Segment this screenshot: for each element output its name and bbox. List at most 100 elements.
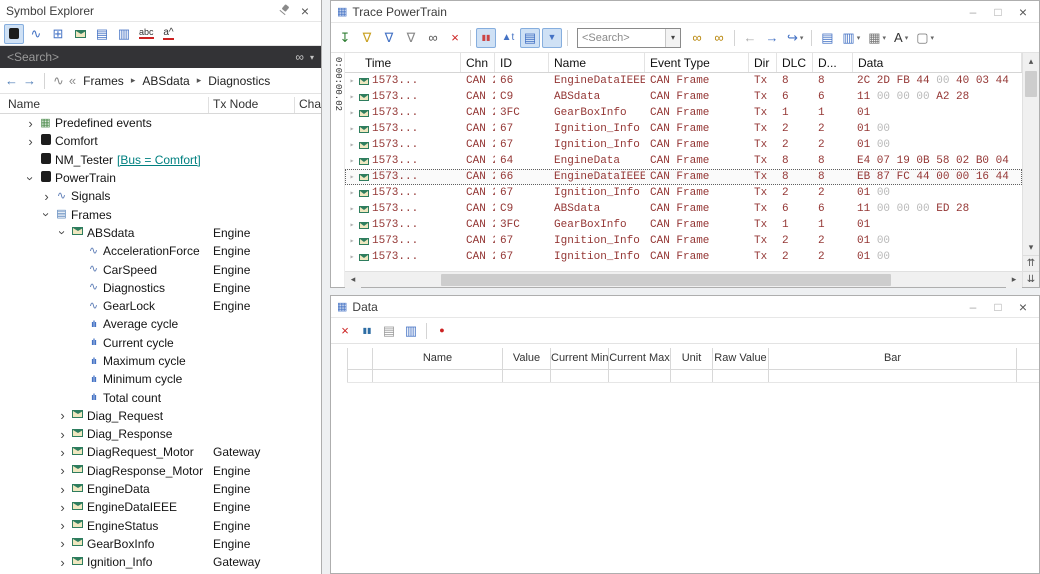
scroll-right-icon[interactable]: ▸ bbox=[1006, 272, 1022, 288]
horizontal-scrollbar[interactable]: ◂ ▸ bbox=[345, 271, 1022, 287]
trace-row[interactable]: ▸1573...CAN 267Ignition_InfoCAN FrameTx2… bbox=[345, 137, 1022, 153]
trace-row[interactable]: ▸1573...CAN 267Ignition_InfoCAN FrameTx2… bbox=[345, 121, 1022, 137]
chevron-down-icon[interactable]: › bbox=[56, 226, 69, 239]
scrollbar-thumb[interactable] bbox=[441, 274, 891, 286]
nav-back-button[interactable]: ← bbox=[740, 28, 760, 48]
chevron-right-icon[interactable]: › bbox=[56, 483, 69, 496]
tree-item-predefined-events[interactable]: ›▦Predefined events bbox=[0, 114, 321, 132]
paste-button[interactable]: ▥ bbox=[401, 321, 421, 341]
column-header-tx-node[interactable]: Tx Node bbox=[213, 97, 258, 111]
tree-item-signals[interactable]: ›∿Signals bbox=[0, 187, 321, 205]
breadcrumb-item-absdata[interactable]: ABSdata bbox=[140, 73, 191, 89]
close-icon[interactable]: × bbox=[295, 3, 315, 19]
chevron-right-icon[interactable]: › bbox=[24, 135, 37, 148]
column-header-dlc[interactable]: DLC bbox=[777, 53, 813, 72]
find-next-button[interactable]: ∞ bbox=[687, 28, 707, 48]
tree-item-nm-tester[interactable]: NM_Tester[Bus = Comfort] bbox=[0, 151, 321, 169]
tree-item-diagresponse-motor[interactable]: ›DiagResponse_MotorEngine bbox=[0, 462, 321, 480]
column-header-id[interactable]: ID bbox=[495, 53, 549, 72]
tree-item-gearlock[interactable]: ∿GearLockEngine bbox=[0, 297, 321, 315]
scroll-left-icon[interactable]: ◂ bbox=[345, 272, 361, 288]
breadcrumb-item-diagnostics[interactable]: Diagnostics bbox=[206, 73, 272, 89]
chevron-down-icon[interactable]: › bbox=[40, 208, 53, 221]
tree-item-enginestatus[interactable]: ›EngineStatusEngine bbox=[0, 517, 321, 535]
chevron-right-icon[interactable]: › bbox=[56, 519, 69, 532]
chevron-right-icon[interactable]: › bbox=[56, 428, 69, 441]
edit-signal-button[interactable]: ∿ bbox=[26, 24, 46, 44]
expander-icon[interactable]: ▸ bbox=[348, 236, 356, 246]
tree-item-diagnostics[interactable]: ∿DiagnosticsEngine bbox=[0, 279, 321, 297]
tree-item-frames[interactable]: ›▤Frames bbox=[0, 205, 321, 223]
trace-row[interactable]: ▸1573...CAN 267Ignition_InfoCAN FrameTx2… bbox=[345, 185, 1022, 201]
trace-search-combo[interactable]: <Search>▾ bbox=[577, 28, 681, 48]
pause-button[interactable]: ▮▮ bbox=[476, 28, 496, 48]
expander-icon[interactable]: ▸ bbox=[348, 252, 356, 262]
jump-down-icon[interactable]: ⇊ bbox=[1023, 271, 1039, 287]
chevron-right-icon[interactable]: › bbox=[56, 409, 69, 422]
abc-button[interactable]: abc bbox=[136, 24, 157, 44]
tree-item-maximum-cycle[interactable]: ılıMaximum cycle bbox=[0, 352, 321, 370]
column-header-current-max[interactable]: Current Max bbox=[609, 348, 671, 369]
copy-button[interactable]: ▤ bbox=[92, 24, 112, 44]
paste-button[interactable]: ▥ bbox=[114, 24, 134, 44]
nav-forward-icon[interactable]: → bbox=[23, 73, 36, 88]
find-icon[interactable]: ∞ bbox=[295, 50, 304, 64]
expander-icon[interactable]: ▸ bbox=[348, 172, 356, 182]
tree-item-accelerationforce[interactable]: ∿AccelerationForceEngine bbox=[0, 242, 321, 260]
autoscroll-button[interactable]: ▼ bbox=[542, 28, 562, 48]
symbol-file-button[interactable] bbox=[4, 24, 24, 44]
chevron-down-icon[interactable]: ▾ bbox=[310, 53, 314, 62]
tree-item-gearboxinfo[interactable]: ›GearBoxInfoEngine bbox=[0, 535, 321, 553]
column-separator[interactable] bbox=[294, 97, 295, 113]
chevron-right-icon[interactable]: › bbox=[24, 117, 37, 130]
tree-item-diagrequest-motor[interactable]: ›DiagRequest_MotorGateway bbox=[0, 443, 321, 461]
tree-item-total-count[interactable]: ılıTotal count bbox=[0, 388, 321, 406]
chevron-right-icon[interactable]: › bbox=[56, 446, 69, 459]
font-button[interactable]: A▾ bbox=[891, 28, 911, 48]
view-button[interactable]: ▢▾ bbox=[913, 28, 937, 48]
column-header-name[interactable]: Name bbox=[8, 97, 40, 111]
expander-icon[interactable]: ▸ bbox=[348, 108, 356, 118]
maximize-icon[interactable]: □ bbox=[988, 4, 1008, 20]
column-header-data[interactable]: Data bbox=[853, 53, 1022, 72]
scroll-down-icon[interactable]: ▾ bbox=[1023, 239, 1039, 255]
pin-icon[interactable] bbox=[277, 4, 290, 17]
scrollbar-track[interactable] bbox=[361, 272, 1006, 288]
column-header-channel[interactable]: Cha bbox=[299, 97, 321, 111]
collapse-all-icon[interactable]: « bbox=[69, 73, 76, 88]
symbol-search-bar[interactable]: <Search> ∞ ▾ bbox=[0, 46, 321, 68]
columns-button[interactable]: ▦▾ bbox=[865, 28, 889, 48]
vertical-scrollbar[interactable]: ▴ ▾ ⇈ ⇊ bbox=[1022, 53, 1039, 287]
log-button[interactable]: ↧ bbox=[335, 28, 355, 48]
expander-icon[interactable]: ▸ bbox=[348, 220, 356, 230]
chevron-right-icon[interactable]: › bbox=[56, 556, 69, 569]
close-icon[interactable]: × bbox=[1013, 299, 1033, 315]
trace-row[interactable]: ▸1573...CAN 23FCGearBoxInfoCAN FrameTx11… bbox=[345, 105, 1022, 121]
tree-item-ignition-info[interactable]: ›Ignition_InfoGateway bbox=[0, 553, 321, 571]
save-button[interactable]: ▥▾ bbox=[839, 28, 863, 48]
chevron-right-icon[interactable]: › bbox=[40, 190, 53, 203]
tree-item-enginedata[interactable]: ›EngineDataEngine bbox=[0, 480, 321, 498]
expander-icon[interactable]: ▸ bbox=[348, 188, 356, 198]
chevron-down-icon[interactable]: › bbox=[24, 172, 37, 185]
breadcrumb-item-frames[interactable]: Frames bbox=[81, 73, 126, 89]
column-header-name[interactable]: Name bbox=[373, 348, 503, 369]
chevron-down-icon[interactable]: ▾ bbox=[665, 29, 680, 47]
tree-item-minimum-cycle[interactable]: ılıMinimum cycle bbox=[0, 370, 321, 388]
trace-row[interactable]: ▸1573...CAN 266EngineDataIEEECAN FrameTx… bbox=[345, 169, 1022, 185]
filter-add-button[interactable]: ∇ bbox=[357, 28, 377, 48]
column-header-time[interactable]: Time bbox=[345, 53, 461, 72]
column-header-event-type[interactable]: Event Type bbox=[645, 53, 749, 72]
column-header-bar[interactable]: Bar bbox=[769, 348, 1017, 369]
expander-icon[interactable]: ▸ bbox=[348, 156, 356, 166]
tree-item-current-cycle[interactable]: ılıCurrent cycle bbox=[0, 334, 321, 352]
filter-remove-button[interactable]: ∇ bbox=[401, 28, 421, 48]
tree-item-average-cycle[interactable]: ılıAverage cycle bbox=[0, 315, 321, 333]
scroll-up-icon[interactable]: ▴ bbox=[1023, 53, 1039, 69]
jump-up-icon[interactable]: ⇈ bbox=[1023, 255, 1039, 271]
column-header-current-min[interactable]: Current Min bbox=[551, 348, 609, 369]
pause-button[interactable]: ▮▮ bbox=[357, 321, 377, 341]
column-header-raw-value[interactable]: Raw Value bbox=[713, 348, 769, 369]
expander-icon[interactable]: ▸ bbox=[348, 76, 356, 86]
chevron-right-icon[interactable]: › bbox=[56, 537, 69, 550]
